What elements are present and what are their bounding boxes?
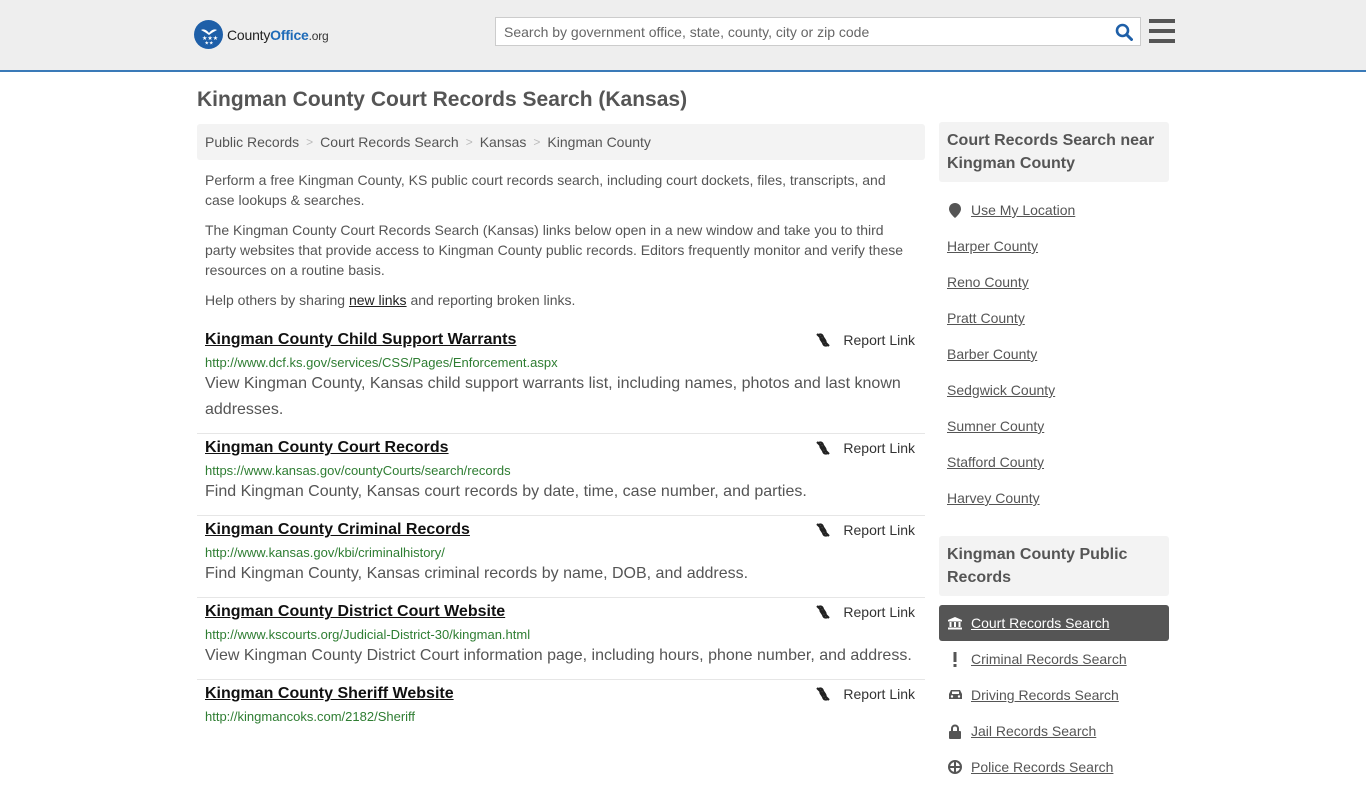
result-item: Kingman County Sheriff Website Report Li…: [197, 680, 925, 734]
breadcrumb-kingman-county[interactable]: Kingman County: [547, 134, 651, 150]
sidebar-item-criminal-records[interactable]: Criminal Records Search: [939, 641, 1169, 677]
breadcrumb-separator: >: [533, 135, 541, 149]
nearby-county-link[interactable]: Barber County: [939, 336, 1169, 372]
breadcrumb: Public Records > Court Records Search > …: [197, 124, 925, 160]
site-logo[interactable]: ★★★ ★★ CountyOffice.org: [194, 20, 329, 49]
sidebar-item-police-records[interactable]: Police Records Search: [939, 749, 1169, 785]
nearby-county-link[interactable]: Sumner County: [939, 408, 1169, 444]
report-link-button[interactable]: Report Link: [815, 686, 915, 702]
sidebar-item-jail-records[interactable]: Jail Records Search: [939, 713, 1169, 749]
report-link-button[interactable]: Report Link: [815, 604, 915, 620]
intro-paragraph-3: Help others by sharing new links and rep…: [205, 292, 576, 308]
result-title-link[interactable]: Kingman County District Court Website: [205, 603, 505, 621]
intro-paragraph-1: Perform a free Kingman County, KS public…: [205, 172, 886, 208]
result-description: Find Kingman County, Kansas court record…: [205, 483, 807, 500]
report-link-button[interactable]: Report Link: [815, 332, 915, 348]
nearby-county-link[interactable]: Harper County: [939, 228, 1169, 264]
courthouse-icon: [947, 616, 963, 630]
broken-link-icon: [816, 605, 831, 619]
search-input[interactable]: [496, 18, 1108, 45]
car-icon: [947, 689, 963, 701]
result-item: Kingman County Criminal Records Report L…: [197, 516, 925, 598]
result-url[interactable]: http://www.kansas.gov/kbi/criminalhistor…: [205, 545, 917, 560]
breadcrumb-court-records-search[interactable]: Court Records Search: [320, 134, 459, 150]
breadcrumb-kansas[interactable]: Kansas: [480, 134, 527, 150]
result-description: View Kingman County District Court infor…: [205, 647, 912, 664]
report-link-button[interactable]: Report Link: [815, 522, 915, 538]
search-bar: [495, 17, 1141, 46]
site-header: ★★★ ★★ CountyOffice.org: [0, 0, 1366, 72]
breadcrumb-separator: >: [465, 135, 473, 149]
result-title-link[interactable]: Kingman County Criminal Records: [205, 521, 470, 539]
result-url[interactable]: http://kingmancoks.com/2182/Sheriff: [205, 709, 917, 724]
new-links-link[interactable]: new links: [349, 292, 407, 308]
intro-paragraph-2: The Kingman County Court Records Search …: [205, 222, 904, 278]
map-pin-icon: [947, 202, 963, 218]
result-url[interactable]: https://www.kansas.gov/countyCourts/sear…: [205, 463, 917, 478]
report-link-button[interactable]: Report Link: [815, 440, 915, 456]
result-title-link[interactable]: Kingman County Child Support Warrants: [205, 331, 516, 349]
sidebar-nearby: Court Records Search near Kingman County…: [939, 122, 1169, 516]
breadcrumb-public-records[interactable]: Public Records: [205, 134, 299, 150]
broken-link-icon: [816, 687, 831, 701]
logo-text: CountyOffice.org: [227, 26, 329, 43]
results-list: Kingman County Child Support Warrants Re…: [197, 326, 925, 734]
result-url[interactable]: http://www.kscourts.org/Judicial-Distric…: [205, 627, 917, 642]
search-icon: [1115, 23, 1133, 41]
page-title: Kingman County Court Records Search (Kan…: [197, 88, 688, 111]
use-my-location[interactable]: Use My Location: [939, 192, 1169, 228]
nearby-county-link[interactable]: Pratt County: [939, 300, 1169, 336]
nearby-county-link[interactable]: Harvey County: [939, 480, 1169, 516]
result-title-link[interactable]: Kingman County Sheriff Website: [205, 685, 454, 703]
sidebar-public-records: Kingman County Public Records Court Reco…: [939, 536, 1169, 785]
search-button[interactable]: [1108, 18, 1140, 45]
result-item: Kingman County Child Support Warrants Re…: [197, 326, 925, 434]
nearby-county-link[interactable]: Reno County: [939, 264, 1169, 300]
broken-link-icon: [816, 333, 831, 347]
sidebar-item-court-records[interactable]: Court Records Search: [939, 605, 1169, 641]
result-url[interactable]: http://www.dcf.ks.gov/services/CSS/Pages…: [205, 355, 917, 370]
sidebar-item-driving-records[interactable]: Driving Records Search: [939, 677, 1169, 713]
exclamation-icon: [947, 651, 963, 667]
result-description: View Kingman County, Kansas child suppor…: [205, 375, 901, 418]
hamburger-menu-icon[interactable]: [1149, 19, 1175, 43]
result-description: Find Kingman County, Kansas criminal rec…: [205, 565, 749, 582]
sidebar-public-records-heading: Kingman County Public Records: [939, 536, 1169, 596]
result-title-link[interactable]: Kingman County Court Records: [205, 439, 449, 457]
broken-link-icon: [816, 523, 831, 537]
breadcrumb-separator: >: [306, 135, 314, 149]
police-badge-icon: [947, 760, 963, 774]
broken-link-icon: [816, 441, 831, 455]
result-item: Kingman County District Court Website Re…: [197, 598, 925, 680]
lock-icon: [947, 724, 963, 739]
result-item: Kingman County Court Records Report Link…: [197, 434, 925, 516]
eagle-logo-icon: ★★★ ★★: [194, 20, 223, 49]
nearby-county-link[interactable]: Sedgwick County: [939, 372, 1169, 408]
nearby-county-link[interactable]: Stafford County: [939, 444, 1169, 480]
sidebar-nearby-heading: Court Records Search near Kingman County: [939, 122, 1169, 182]
svg-text:★★: ★★: [204, 40, 213, 46]
